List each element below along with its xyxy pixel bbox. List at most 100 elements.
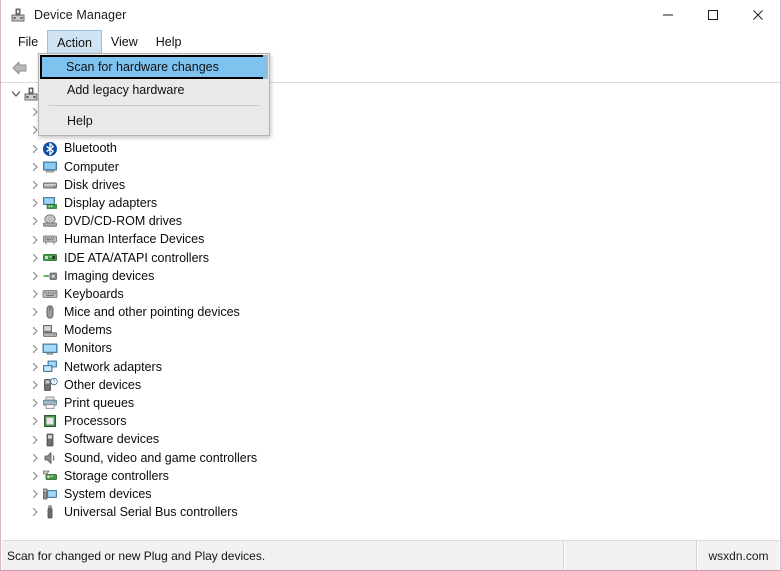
storage-controller-icon bbox=[42, 468, 58, 484]
action-dropdown-menu[interactable]: Scan for hardware changes Add legacy har… bbox=[38, 53, 270, 136]
tree-item-print-queues[interactable]: Print queues bbox=[2, 394, 779, 412]
tree-item-mice[interactable]: Mice and other pointing devices bbox=[2, 303, 779, 321]
menu-item-help[interactable]: Help bbox=[40, 110, 268, 132]
sound-icon bbox=[42, 450, 58, 466]
monitor-icon bbox=[42, 341, 58, 357]
chevron-right-icon[interactable] bbox=[27, 250, 42, 266]
tree-item-other-devices[interactable]: ? Other devices bbox=[2, 376, 779, 394]
chevron-right-icon[interactable] bbox=[27, 195, 42, 211]
tree-item-label: Storage controllers bbox=[64, 468, 169, 483]
menu-item-add-legacy-hardware[interactable]: Add legacy hardware bbox=[40, 79, 268, 101]
chevron-right-icon[interactable] bbox=[27, 359, 42, 375]
tree-item-software-devices[interactable]: Software devices bbox=[2, 431, 779, 449]
menu-item-scan-for-hardware-changes[interactable]: Scan for hardware changes bbox=[40, 55, 268, 79]
menu-file[interactable]: File bbox=[9, 30, 47, 54]
computer-root-icon bbox=[23, 86, 39, 102]
tree-item-label: Network adapters bbox=[64, 359, 162, 374]
chevron-right-icon[interactable] bbox=[27, 286, 42, 302]
device-manager-icon bbox=[10, 7, 26, 23]
tree-item-system-devices[interactable]: System devices bbox=[2, 485, 779, 503]
chevron-right-icon[interactable] bbox=[27, 304, 42, 320]
menu-view[interactable]: View bbox=[102, 30, 147, 54]
tree-item-keyboards[interactable]: Keyboards bbox=[2, 285, 779, 303]
chevron-right-icon[interactable] bbox=[27, 268, 42, 284]
menu-bar: File Action View Help bbox=[1, 30, 780, 54]
chevron-right-icon[interactable] bbox=[27, 377, 42, 393]
chevron-right-icon[interactable] bbox=[27, 413, 42, 429]
tree-item-label: Human Interface Devices bbox=[64, 232, 205, 247]
window-controls bbox=[645, 0, 780, 30]
hid-icon bbox=[42, 232, 58, 248]
tree-item-disk-drives[interactable]: Disk drives bbox=[2, 176, 779, 194]
tree-item-label: Keyboards bbox=[64, 286, 124, 301]
computer-icon bbox=[42, 159, 58, 175]
menu-action[interactable]: Action bbox=[47, 30, 102, 54]
dvd-drive-icon bbox=[42, 213, 58, 229]
tree-item-hid[interactable]: Human Interface Devices bbox=[2, 231, 779, 249]
chevron-right-icon[interactable] bbox=[27, 432, 42, 448]
chevron-right-icon[interactable] bbox=[27, 504, 42, 520]
tree-item-label: Computer bbox=[64, 159, 119, 174]
tree-item-label: Processors bbox=[64, 414, 127, 429]
chevron-right-icon[interactable] bbox=[27, 468, 42, 484]
tree-item-label: Universal Serial Bus controllers bbox=[64, 505, 238, 520]
minimize-button[interactable] bbox=[645, 0, 690, 30]
usb-icon bbox=[42, 504, 58, 520]
dropdown-scroll-indicator bbox=[263, 55, 268, 79]
tree-item-label: Display adapters bbox=[64, 195, 158, 210]
other-device-icon: ? bbox=[42, 377, 58, 393]
tree-item-label: Imaging devices bbox=[64, 268, 155, 283]
printer-icon bbox=[42, 395, 58, 411]
tree-item-imaging-devices[interactable]: Imaging devices bbox=[2, 267, 779, 285]
tree-item-label: Software devices bbox=[64, 432, 160, 447]
maximize-button[interactable] bbox=[690, 0, 735, 30]
display-adapter-icon bbox=[42, 195, 58, 211]
tree-item-label: Sound, video and game controllers bbox=[64, 450, 258, 465]
chevron-right-icon[interactable] bbox=[27, 141, 42, 157]
tree-item-bluetooth[interactable]: Bluetooth bbox=[2, 140, 779, 158]
chevron-right-icon[interactable] bbox=[27, 232, 42, 248]
svg-text:?: ? bbox=[53, 379, 56, 385]
tree-item-dvd-drives[interactable]: DVD/CD-ROM drives bbox=[2, 212, 779, 230]
tree-item-ide-controllers[interactable]: IDE ATA/ATAPI controllers bbox=[2, 249, 779, 267]
chevron-right-icon[interactable] bbox=[27, 213, 42, 229]
menu-help[interactable]: Help bbox=[147, 30, 191, 54]
chevron-right-icon[interactable] bbox=[27, 177, 42, 193]
chevron-down-icon[interactable] bbox=[8, 86, 23, 102]
modem-icon bbox=[42, 323, 58, 339]
tree-item-label: Monitors bbox=[64, 341, 112, 356]
tree-item-label: Other devices bbox=[64, 377, 142, 392]
status-separator bbox=[563, 541, 565, 570]
chevron-right-icon[interactable] bbox=[27, 486, 42, 502]
device-manager-window: Device Manager File Action View Help Blu… bbox=[0, 0, 781, 571]
disk-drive-icon bbox=[42, 177, 58, 193]
status-message: Scan for changed or new Plug and Play de… bbox=[7, 548, 266, 563]
mouse-icon bbox=[42, 304, 58, 320]
chevron-right-icon[interactable] bbox=[27, 159, 42, 175]
chevron-right-icon[interactable] bbox=[27, 341, 42, 357]
tree-item-monitors[interactable]: Monitors bbox=[2, 340, 779, 358]
tree-item-network-adapters[interactable]: Network adapters bbox=[2, 358, 779, 376]
tree-item-display-adapters[interactable]: Display adapters bbox=[2, 194, 779, 212]
processor-icon bbox=[42, 413, 58, 429]
tree-item-modems[interactable]: Modems bbox=[2, 321, 779, 339]
tree-item-storage-controllers[interactable]: Storage controllers bbox=[2, 467, 779, 485]
close-button[interactable] bbox=[735, 0, 780, 30]
ide-controller-icon bbox=[42, 250, 58, 266]
tree-item-computer[interactable]: Computer bbox=[2, 158, 779, 176]
tree-item-label: Mice and other pointing devices bbox=[64, 305, 240, 320]
device-tree[interactable]: Audio inputs and outputs Batteries bbox=[2, 83, 779, 540]
chevron-right-icon[interactable] bbox=[27, 395, 42, 411]
tree-item-usb-controllers[interactable]: Universal Serial Bus controllers bbox=[2, 503, 779, 521]
tree-item-processors[interactable]: Processors bbox=[2, 412, 779, 430]
back-arrow-icon[interactable] bbox=[7, 56, 33, 80]
tree-item-label: DVD/CD-ROM drives bbox=[64, 214, 183, 229]
software-device-icon bbox=[42, 432, 58, 448]
tree-item-sound-controllers[interactable]: Sound, video and game controllers bbox=[2, 449, 779, 467]
tree-item-label: IDE ATA/ATAPI controllers bbox=[64, 250, 209, 265]
chevron-right-icon[interactable] bbox=[27, 323, 42, 339]
tree-item-label: Print queues bbox=[64, 396, 135, 411]
status-bar: Scan for changed or new Plug and Play de… bbox=[2, 540, 779, 570]
chevron-right-icon[interactable] bbox=[27, 450, 42, 466]
tree-item-label: Modems bbox=[64, 323, 112, 338]
